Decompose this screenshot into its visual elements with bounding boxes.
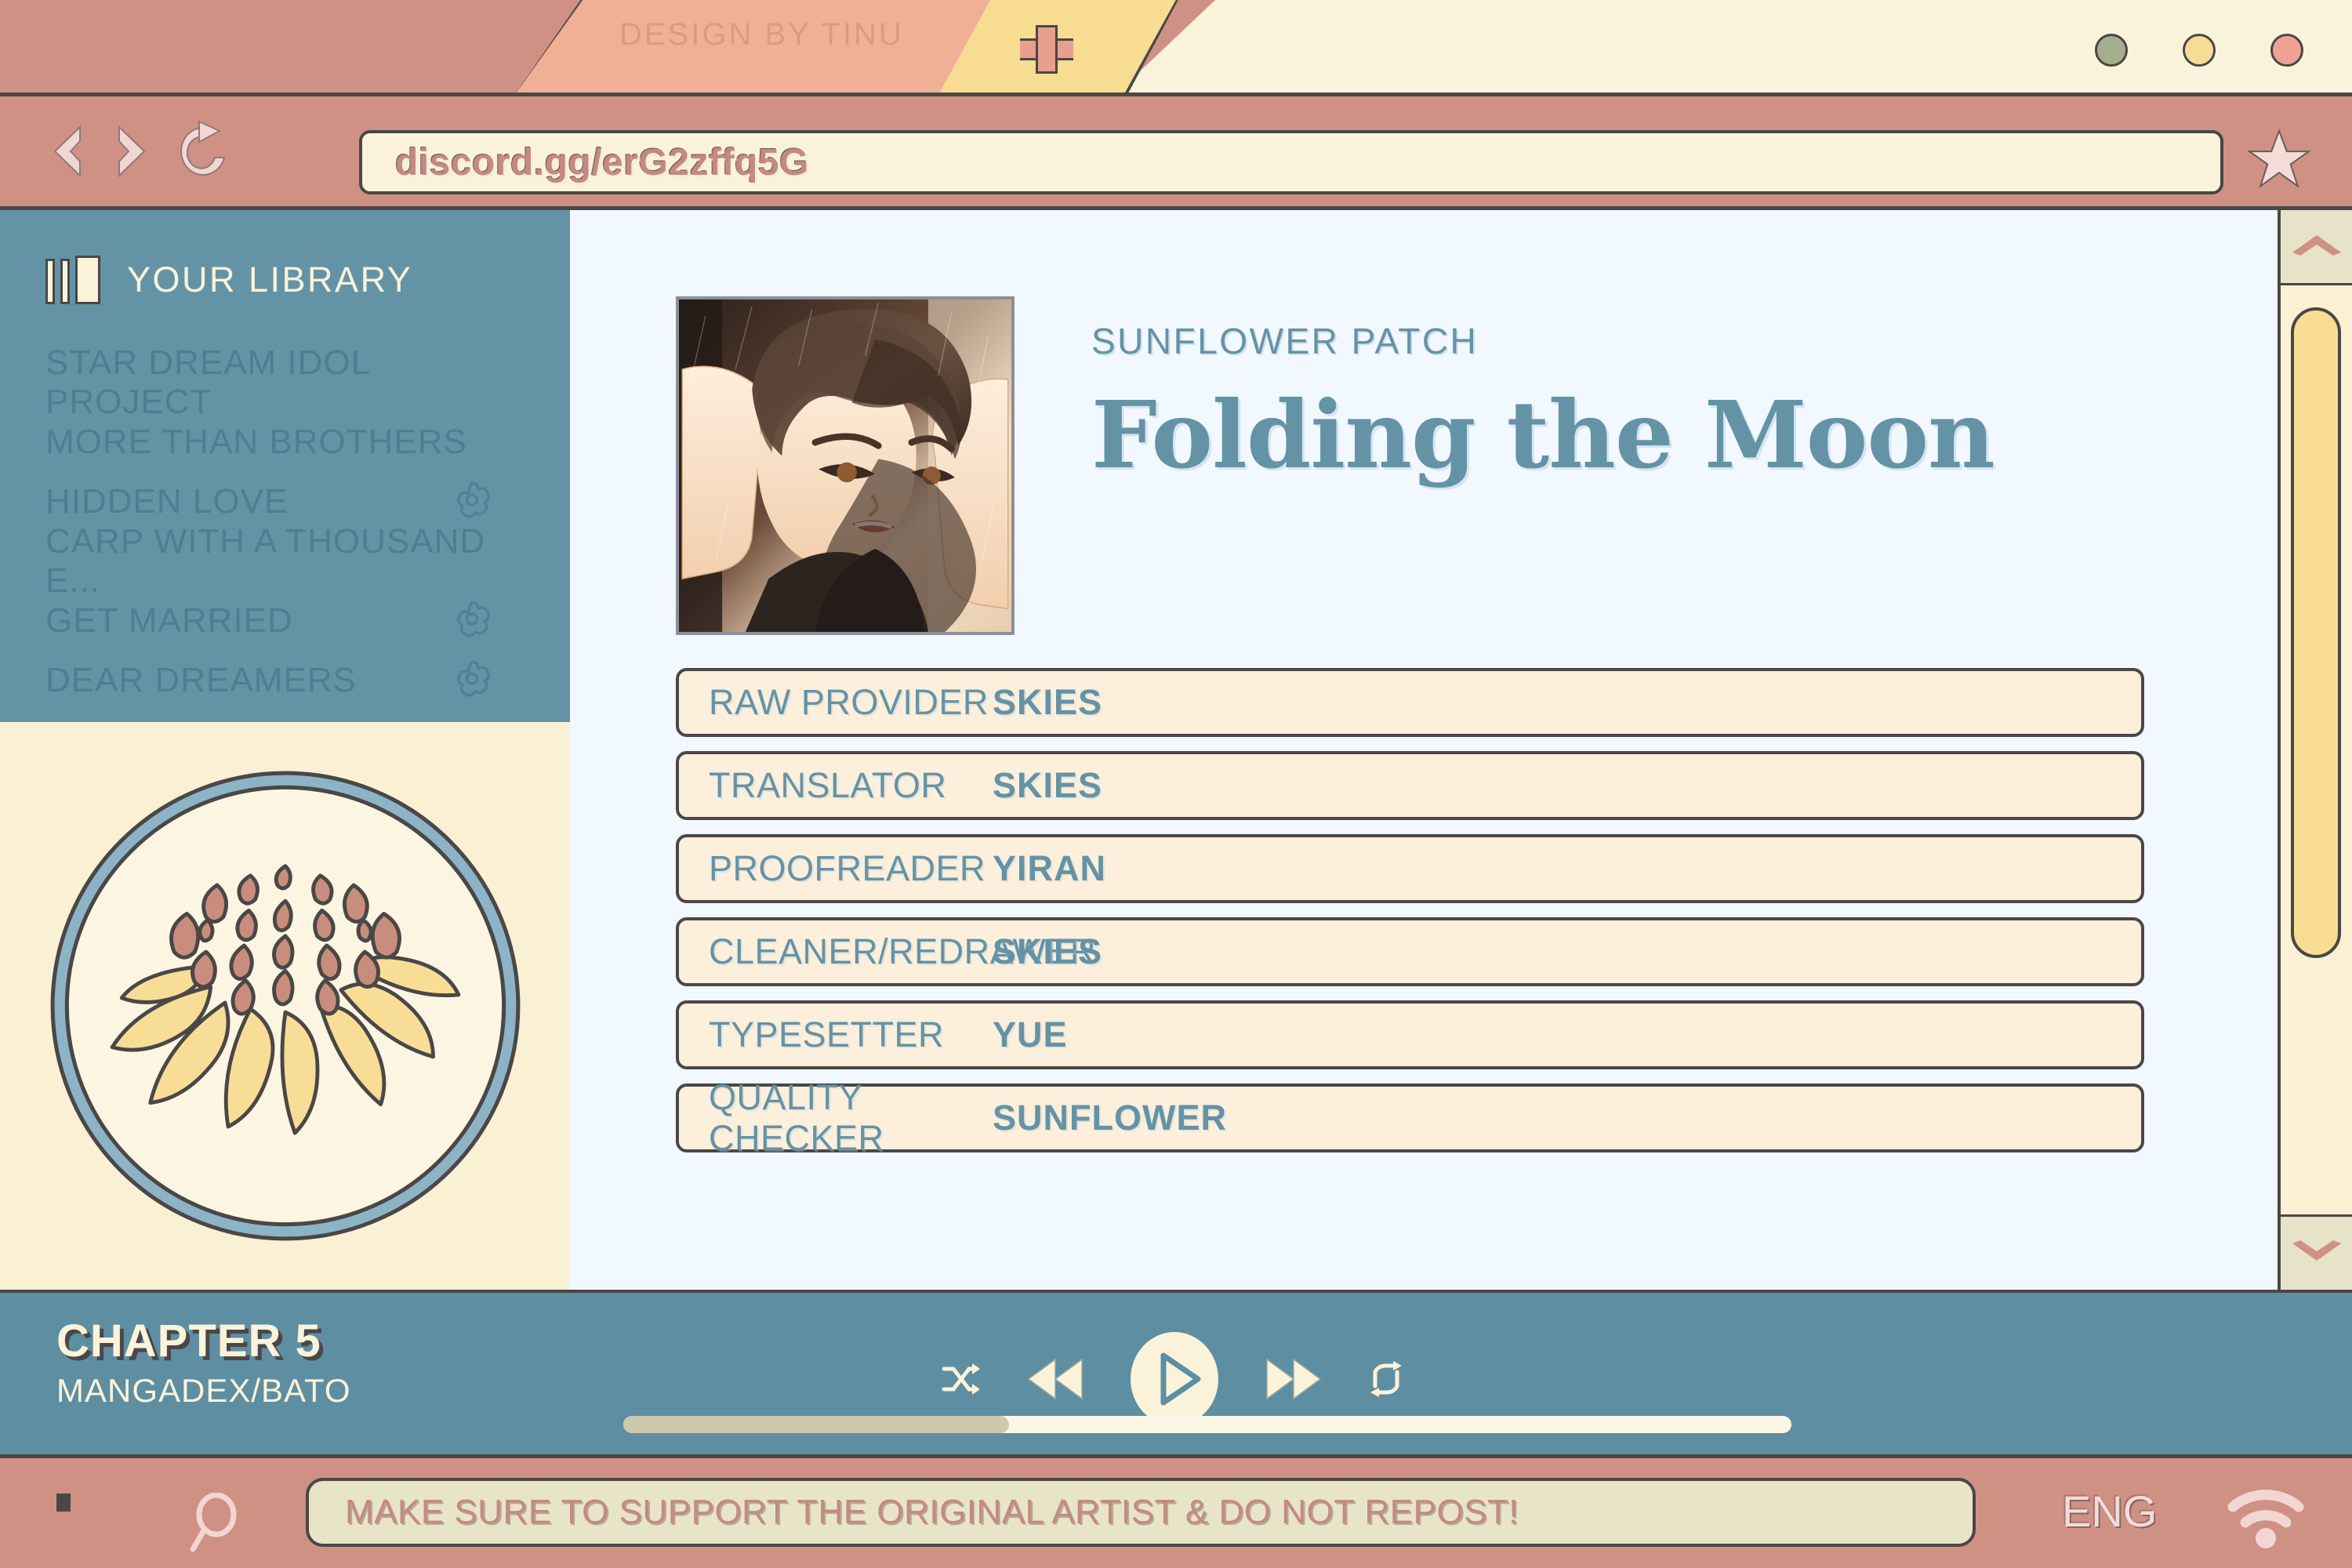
sunflower-logo: [47, 768, 524, 1244]
rewind-icon: [1025, 1356, 1085, 1406]
wifi-icon: [2227, 1490, 2305, 1552]
credit-role: QUALITY CHECKER: [709, 1077, 884, 1158]
plus-icon-vertical: [1036, 25, 1058, 74]
table-row[interactable]: TRANSLATOR SKIES: [676, 751, 2144, 820]
star-icon: [2247, 129, 2311, 194]
tabstrip-divider: [0, 93, 2352, 96]
credits-table: RAW PROVIDER SKIES TRANSLATOR SKIES PROO…: [570, 668, 2278, 1158]
credit-role: RAW PROVIDER: [709, 682, 989, 722]
table-row[interactable]: RAW PROVIDER SKIES: [676, 668, 2144, 737]
search-button[interactable]: [188, 1492, 241, 1556]
sidebar-item-star-dream-idol-project[interactable]: STAR DREAM IDOL PROJECT: [45, 343, 524, 421]
credit-role: PROOFREADER: [709, 848, 986, 888]
credit-role: TRANSLATOR: [709, 765, 947, 805]
credit-name: SUNFLOWER: [993, 1098, 1227, 1138]
sidebar-item-label: MORE THAN BROTHERS: [45, 423, 467, 461]
window-close-button[interactable]: [2270, 34, 2303, 67]
sidebar-item-label: DEAR DREAMERS: [45, 661, 357, 699]
tab-watermark: DESIGN BY TINU: [619, 17, 904, 52]
sidebar-item-label: CARP WITH A THOUSAND E...: [45, 522, 486, 600]
repeat-icon: [1367, 1361, 1405, 1401]
library-icon: [45, 256, 100, 304]
table-row[interactable]: QUALITY CHECKER SUNFLOWER: [676, 1077, 2144, 1158]
scrollbar-track[interactable]: [2281, 288, 2352, 1212]
next-button[interactable]: [1264, 1356, 1323, 1406]
flower-badge-icon: [452, 480, 492, 524]
table-row[interactable]: TYPESETTER YUE: [676, 1000, 2144, 1069]
previous-button[interactable]: [1025, 1356, 1085, 1406]
browser-window: DESIGN BY TINU discord.gg/erG2zffq5G YOU…: [0, 0, 2352, 1568]
sidebar-item-get-married[interactable]: GET MARRIED: [45, 591, 524, 651]
sidebar-item-label: HIDDEN LOVE: [45, 482, 289, 521]
main-content: SUNFLOWER PATCH Folding the Moon RAW PRO…: [570, 210, 2278, 1290]
credit-name: YUE: [993, 1014, 1068, 1054]
menu-button[interactable]: [56, 1494, 71, 1512]
table-row[interactable]: CLEANER/REDRAWER SKIES: [676, 917, 2144, 986]
language-indicator[interactable]: ENG: [2062, 1486, 2157, 1537]
library-list: STAR DREAM IDOL PROJECT MORE THAN BROTHE…: [0, 343, 570, 710]
fast-forward-icon: [1264, 1356, 1323, 1406]
window-controls: [2095, 34, 2303, 67]
tab-strip: DESIGN BY TINU: [0, 0, 2352, 96]
sidebar: YOUR LIBRARY STAR DREAM IDOL PROJECT MOR…: [0, 210, 570, 722]
credit-role: TYPESETTER: [709, 1014, 945, 1054]
address-bar[interactable]: discord.gg/erG2zffq5G: [359, 130, 2223, 194]
plus-icon-cap-bottom: [1036, 71, 1058, 74]
vertical-scrollbar[interactable]: [2278, 210, 2352, 1290]
scrollbar-thumb[interactable]: [2291, 307, 2341, 958]
credit-role: CLEANER/REDRAWER: [709, 931, 1096, 971]
chevron-right-icon: [108, 122, 155, 180]
library-header: YOUR LIBRARY: [0, 210, 570, 304]
flower-badge-icon: [452, 659, 492, 703]
credit-name: SKIES: [993, 931, 1103, 971]
page-title: Folding the Moon: [1091, 380, 1995, 489]
scroll-down-button[interactable]: [2281, 1214, 2352, 1290]
flower-badge-icon: [452, 599, 492, 644]
chapter-label: CHAPTER 5: [56, 1316, 321, 1367]
credit-name: SKIES: [993, 765, 1103, 805]
page-body: YOUR LIBRARY STAR DREAM IDOL PROJECT MOR…: [0, 210, 2352, 1290]
playback-progress-bar[interactable]: [623, 1416, 1791, 1433]
support-notice-banner: MAKE SURE TO SUPPORT THE ORIGINAL ARTIST…: [306, 1478, 1976, 1547]
series-cover-art[interactable]: [676, 296, 1014, 635]
chevron-left-icon: [44, 122, 91, 180]
sidebar-item-label: STAR DREAM IDOL PROJECT: [45, 343, 370, 421]
scanlation-group-label: SUNFLOWER PATCH: [1091, 321, 1479, 361]
sidebar-item-carp-with-a-thousand-e[interactable]: CARP WITH A THOUSAND E...: [45, 522, 524, 600]
scroll-up-button[interactable]: [2281, 210, 2352, 285]
shuffle-icon: [941, 1361, 982, 1401]
shuffle-button[interactable]: [941, 1361, 982, 1401]
group-logo-panel: [0, 722, 570, 1290]
reload-button[interactable]: [176, 120, 232, 183]
chevron-down-icon: [2289, 1239, 2344, 1268]
reload-icon: [174, 120, 234, 183]
table-row[interactable]: PROOFREADER YIRAN: [676, 834, 2144, 903]
sidebar-item-label: GET MARRIED: [45, 601, 293, 640]
url-text: discord.gg/erG2zffq5G: [395, 141, 809, 183]
window-maximize-button[interactable]: [2183, 34, 2216, 67]
chapter-source: MANGADEX/BATO: [56, 1372, 351, 1409]
now-playing-info: CHAPTER 5 MANGADEX/BATO: [56, 1315, 351, 1410]
series-header: SUNFLOWER PATCH Folding the Moon: [570, 210, 2278, 635]
library-title: YOUR LIBRARY: [127, 260, 413, 299]
series-text-block: SUNFLOWER PATCH Folding the Moon: [1091, 296, 1995, 635]
sidebar-item-more-than-brothers[interactable]: MORE THAN BROTHERS: [45, 412, 524, 472]
repeat-button[interactable]: [1367, 1361, 1405, 1401]
bookmark-button[interactable]: [2247, 127, 2311, 195]
wifi-button[interactable]: [2227, 1483, 2305, 1553]
hamburger-menu-icon: [56, 1494, 71, 1512]
credit-name: SKIES: [993, 682, 1103, 722]
back-button[interactable]: [39, 120, 96, 183]
sidebar-item-dear-dreamers[interactable]: DEAR DREAMERS: [45, 651, 524, 710]
playback-progress-fill: [623, 1416, 1009, 1433]
plus-icon-cap-top: [1036, 25, 1058, 27]
forward-button[interactable]: [103, 120, 160, 183]
chevron-up-icon: [2289, 232, 2344, 261]
window-minimize-button[interactable]: [2095, 34, 2128, 67]
credit-name: YIRAN: [993, 848, 1107, 888]
notice-text: MAKE SURE TO SUPPORT THE ORIGINAL ARTIST…: [345, 1493, 1519, 1531]
search-icon: [188, 1492, 241, 1555]
